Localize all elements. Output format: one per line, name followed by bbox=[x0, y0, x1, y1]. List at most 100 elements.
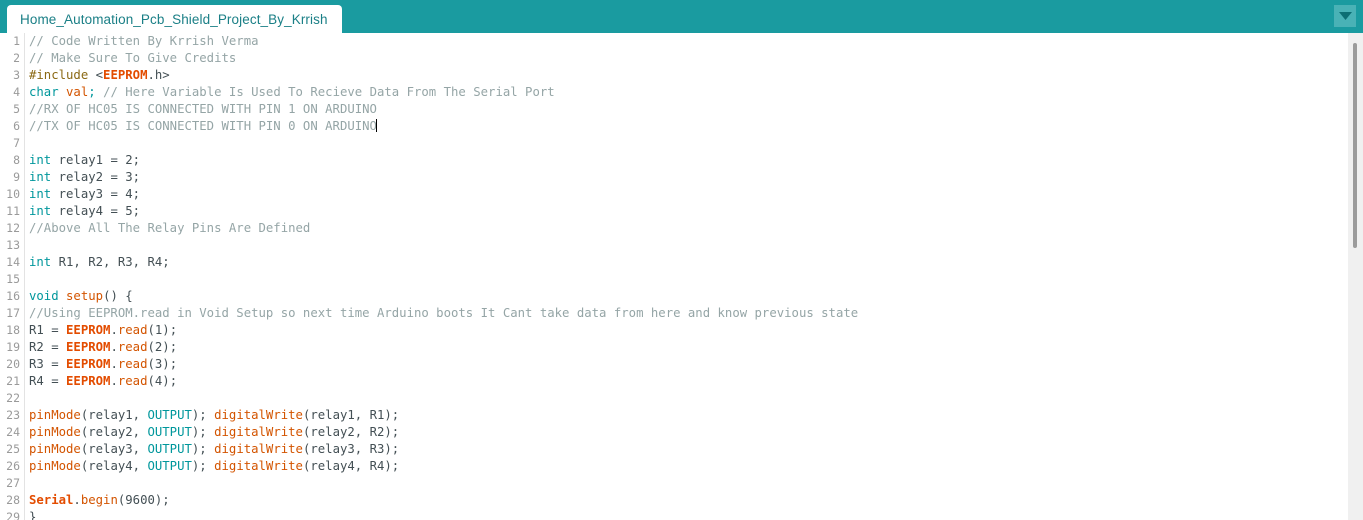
vertical-scrollbar[interactable] bbox=[1348, 33, 1363, 520]
vertical-scrollbar-thumb[interactable] bbox=[1353, 43, 1357, 248]
code-token: R2 = bbox=[29, 340, 67, 354]
code-token: read bbox=[117, 323, 148, 337]
text-caret bbox=[375, 119, 377, 132]
code-token: pinMode bbox=[29, 408, 81, 422]
code-area[interactable]: 1 // Code Written By Krrish Verma 2 // Make… bbox=[0, 33, 1348, 520]
code-line[interactable]: 13 bbox=[0, 237, 1348, 254]
code-line[interactable]: 7 bbox=[0, 135, 1348, 152]
code-line[interactable]: 17 //Using EEPROM.read in Void Setup so n… bbox=[0, 305, 1348, 322]
line-number: 27 bbox=[6, 476, 20, 490]
code-line-text[interactable]: //Using EEPROM.read in Void Setup so nex… bbox=[25, 305, 858, 322]
chevron-down-icon bbox=[1338, 11, 1352, 21]
code-line-text[interactable]: void setup() { bbox=[25, 288, 133, 305]
code-line-text[interactable]: pinMode(relay3, OUTPUT); digitalWrite(re… bbox=[25, 441, 399, 458]
line-number: 16 bbox=[6, 289, 20, 303]
code-line-text[interactable]: //RX OF HC05 IS CONNECTED WITH PIN 1 ON … bbox=[25, 101, 377, 118]
code-line[interactable]: 4 char val; // Here Variable Is Used To R… bbox=[0, 84, 1348, 101]
line-number: 2 bbox=[13, 51, 20, 65]
code-line-text[interactable]: // Make Sure To Give Credits bbox=[25, 50, 236, 67]
code-line-text[interactable]: int relay2 = 3; bbox=[25, 169, 140, 186]
code-line-text[interactable]: int relay3 = 4; bbox=[25, 186, 140, 203]
line-number: 13 bbox=[6, 238, 20, 252]
code-line[interactable]: 5 //RX OF HC05 IS CONNECTED WITH PIN 1 ON… bbox=[0, 101, 1348, 118]
code-line[interactable]: 16 void setup() { bbox=[0, 288, 1348, 305]
code-line[interactable]: 12 //Above All The Relay Pins Are Defined bbox=[0, 220, 1348, 237]
code-token: relay1 = 2; bbox=[51, 153, 141, 167]
editor-tab-active[interactable]: Home_Automation_Pcb_Shield_Project_By_Kr… bbox=[7, 5, 342, 33]
code-line-text[interactable]: int relay1 = 2; bbox=[25, 152, 140, 169]
code-line[interactable]: 8 int relay1 = 2; bbox=[0, 152, 1348, 169]
code-line-text[interactable]: pinMode(relay4, OUTPUT); digitalWrite(re… bbox=[25, 458, 399, 475]
code-token: (relay2, R2); bbox=[302, 425, 400, 439]
code-editor-window: Home_Automation_Pcb_Shield_Project_By_Kr… bbox=[0, 0, 1363, 520]
code-line-text[interactable]: R1 = EEPROM.read(1); bbox=[25, 322, 177, 339]
line-number: 23 bbox=[6, 408, 20, 422]
code-token: int bbox=[29, 255, 52, 269]
code-line-text[interactable]: pinMode(relay1, OUTPUT); digitalWrite(re… bbox=[25, 407, 399, 424]
code-line-text[interactable]: R2 = EEPROM.read(2); bbox=[25, 339, 177, 356]
code-line-text[interactable]: } bbox=[25, 509, 36, 520]
code-line-text[interactable]: //TX OF HC05 IS CONNECTED WITH PIN 0 ON … bbox=[25, 118, 377, 135]
code-line[interactable]: 15 bbox=[0, 271, 1348, 288]
code-line[interactable]: 23 pinMode(relay1, OUTPUT); digitalWrite(… bbox=[0, 407, 1348, 424]
code-line-text[interactable]: pinMode(relay2, OUTPUT); digitalWrite(re… bbox=[25, 424, 399, 441]
code-token: (relay4, bbox=[80, 459, 148, 473]
code-line[interactable]: 3 #include <EEPROM.h> bbox=[0, 67, 1348, 84]
code-line[interactable]: 1 // Code Written By Krrish Verma bbox=[0, 33, 1348, 50]
code-line[interactable]: 19 R2 = EEPROM.read(2); bbox=[0, 339, 1348, 356]
code-line[interactable]: 14 int R1, R2, R3, R4; bbox=[0, 254, 1348, 271]
code-line-text[interactable]: int R1, R2, R3, R4; bbox=[25, 254, 170, 271]
code-line[interactable]: 28 Serial.begin(9600); bbox=[0, 492, 1348, 509]
code-line[interactable]: 11 int relay4 = 5; bbox=[0, 203, 1348, 220]
code-line[interactable]: 26 pinMode(relay4, OUTPUT); digitalWrite(… bbox=[0, 458, 1348, 475]
code-token: read bbox=[117, 374, 148, 388]
code-token: OUTPUT bbox=[147, 442, 192, 456]
code-line-text[interactable]: #include <EEPROM.h> bbox=[25, 67, 170, 84]
line-number: 7 bbox=[13, 136, 20, 150]
code-line[interactable]: 20 R3 = EEPROM.read(3); bbox=[0, 356, 1348, 373]
code-token: ; bbox=[88, 85, 96, 99]
code-token: pinMode bbox=[29, 459, 81, 473]
code-line-text[interactable]: //Above All The Relay Pins Are Defined bbox=[25, 220, 310, 237]
code-token: R3 = bbox=[29, 357, 67, 371]
line-number: 18 bbox=[6, 323, 20, 337]
code-line[interactable]: 18 R1 = EEPROM.read(1); bbox=[0, 322, 1348, 339]
code-token: (1); bbox=[147, 323, 178, 337]
code-line[interactable]: 22 bbox=[0, 390, 1348, 407]
code-line[interactable]: 6 //TX OF HC05 IS CONNECTED WITH PIN 0 ON… bbox=[0, 118, 1348, 135]
code-line-text[interactable]: // Code Written By Krrish Verma bbox=[25, 33, 259, 50]
code-token: (relay3, R3); bbox=[302, 442, 400, 456]
line-number: 10 bbox=[6, 187, 20, 201]
line-number: 22 bbox=[6, 391, 20, 405]
code-token: void bbox=[29, 289, 59, 303]
code-line-text[interactable]: Serial.begin(9600); bbox=[25, 492, 170, 509]
code-line[interactable]: 29} bbox=[0, 509, 1348, 520]
code-line[interactable]: 27 bbox=[0, 475, 1348, 492]
code-line[interactable]: 9 int relay2 = 3; bbox=[0, 169, 1348, 186]
code-token: ); bbox=[191, 425, 215, 439]
code-lines[interactable]: 1 // Code Written By Krrish Verma 2 // Make… bbox=[0, 33, 1348, 520]
code-line[interactable]: 25 pinMode(relay3, OUTPUT); digitalWrite(… bbox=[0, 441, 1348, 458]
code-line-text[interactable]: char val; // Here Variable Is Used To Re… bbox=[25, 84, 555, 101]
code-line[interactable]: 2 // Make Sure To Give Credits bbox=[0, 50, 1348, 67]
code-token: OUTPUT bbox=[147, 459, 192, 473]
code-line-text[interactable]: int relay4 = 5; bbox=[25, 203, 140, 220]
code-token: < bbox=[88, 68, 104, 82]
code-token: } bbox=[29, 510, 37, 520]
code-line[interactable]: 10 int relay3 = 4; bbox=[0, 186, 1348, 203]
code-token: R4 = bbox=[29, 374, 67, 388]
code-token: R1 = bbox=[29, 323, 67, 337]
line-number: 3 bbox=[13, 68, 20, 82]
code-token: (2); bbox=[147, 340, 178, 354]
code-token: OUTPUT bbox=[147, 425, 192, 439]
code-line-text[interactable]: R4 = EEPROM.read(4); bbox=[25, 373, 177, 390]
code-line-text[interactable]: R3 = EEPROM.read(3); bbox=[25, 356, 177, 373]
code-line[interactable]: 21 R4 = EEPROM.read(4); bbox=[0, 373, 1348, 390]
tab-list-dropdown-button[interactable] bbox=[1334, 5, 1356, 27]
code-line[interactable]: 24 pinMode(relay2, OUTPUT); digitalWrite(… bbox=[0, 424, 1348, 441]
code-token: (4); bbox=[147, 374, 178, 388]
code-token: (9600); bbox=[117, 493, 170, 507]
code-token: // Make Sure To Give Credits bbox=[29, 51, 237, 65]
editor-body[interactable]: 1 // Code Written By Krrish Verma 2 // Make… bbox=[0, 33, 1363, 520]
code-token: relay3 = 4; bbox=[51, 187, 141, 201]
